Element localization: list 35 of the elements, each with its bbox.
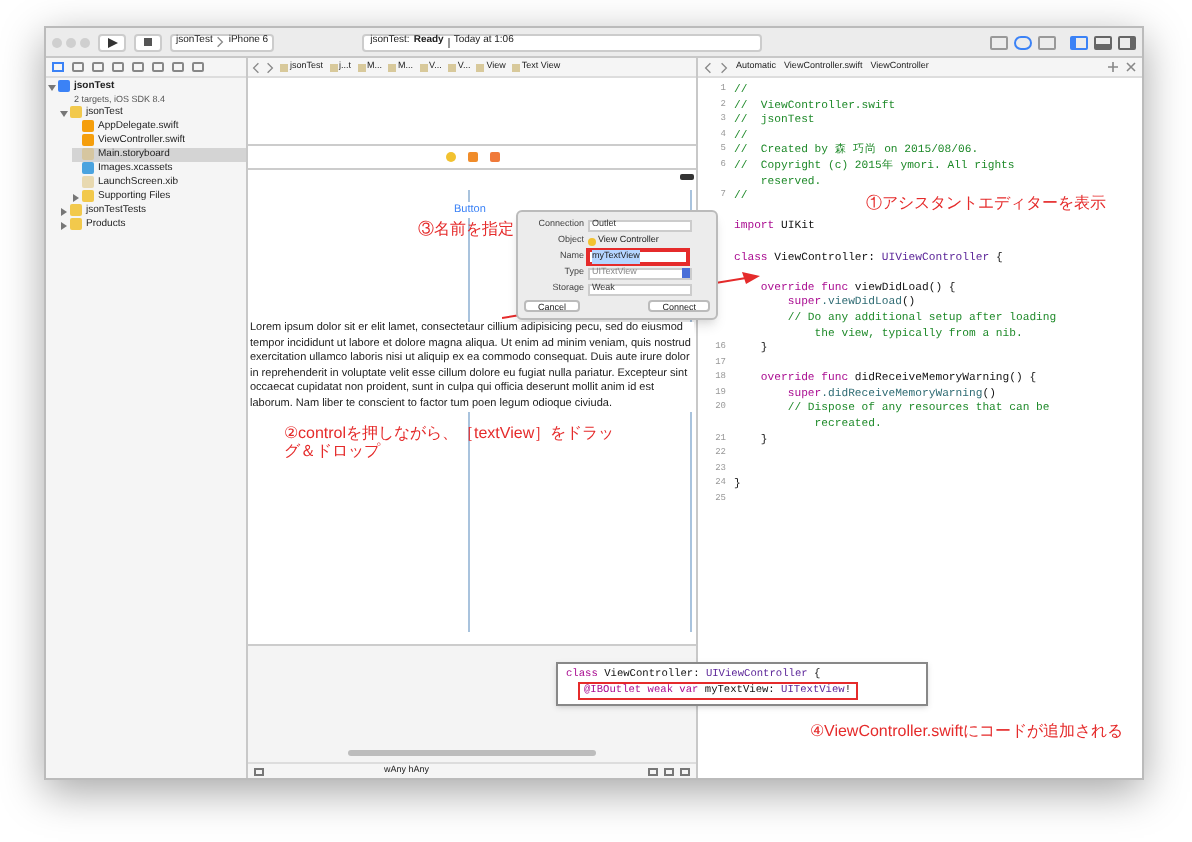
add-icon[interactable]: [1108, 62, 1118, 72]
collapsed-arrow-icon[interactable]: [60, 208, 68, 216]
code-editor[interactable]: [698, 78, 1142, 778]
forward-icon[interactable]: [720, 61, 728, 73]
expanded-arrow-icon[interactable]: [48, 84, 56, 92]
back-icon[interactable]: [704, 61, 712, 73]
folder-icon[interactable]: [52, 62, 64, 72]
back-icon[interactable]: [252, 61, 260, 73]
navigator-toggle-icon[interactable]: [1070, 35, 1088, 49]
stop-icon: [144, 38, 152, 46]
close-icon[interactable]: [1126, 62, 1136, 72]
annotation: ①アシスタントエディターを表示: [866, 194, 1106, 212]
chevron-icon[interactable]: [216, 36, 225, 48]
annotation: ④ViewController.swiftにコードが追加される: [810, 722, 1124, 740]
forward-icon[interactable]: [266, 61, 274, 73]
debug-toggle-icon[interactable]: [1094, 35, 1112, 49]
file-icon: [58, 80, 70, 92]
exit-icon: [489, 152, 499, 162]
view-controller-icon: [445, 152, 455, 162]
annotation: ②controlを押しながら、［textView］をドラッグ＆ドロップ: [284, 424, 617, 461]
folder-icon: [82, 162, 94, 174]
scroll-bar[interactable]: [348, 750, 596, 756]
utilities-toggle-icon[interactable]: [1118, 35, 1136, 49]
file-icon: [82, 176, 94, 188]
stop-button[interactable]: [134, 33, 162, 51]
first-responder-icon: [467, 152, 477, 162]
collapsed-arrow-icon[interactable]: [72, 194, 80, 202]
collapsed-arrow-icon[interactable]: [60, 222, 68, 230]
dropdown-icon: [682, 268, 690, 278]
folder-icon: [70, 106, 82, 118]
battery-icon: [680, 174, 694, 180]
expanded-arrow-icon[interactable]: [60, 110, 68, 118]
run-button[interactable]: [98, 33, 126, 51]
annotation: ③名前を指定: [418, 220, 514, 238]
play-icon: [107, 37, 117, 47]
